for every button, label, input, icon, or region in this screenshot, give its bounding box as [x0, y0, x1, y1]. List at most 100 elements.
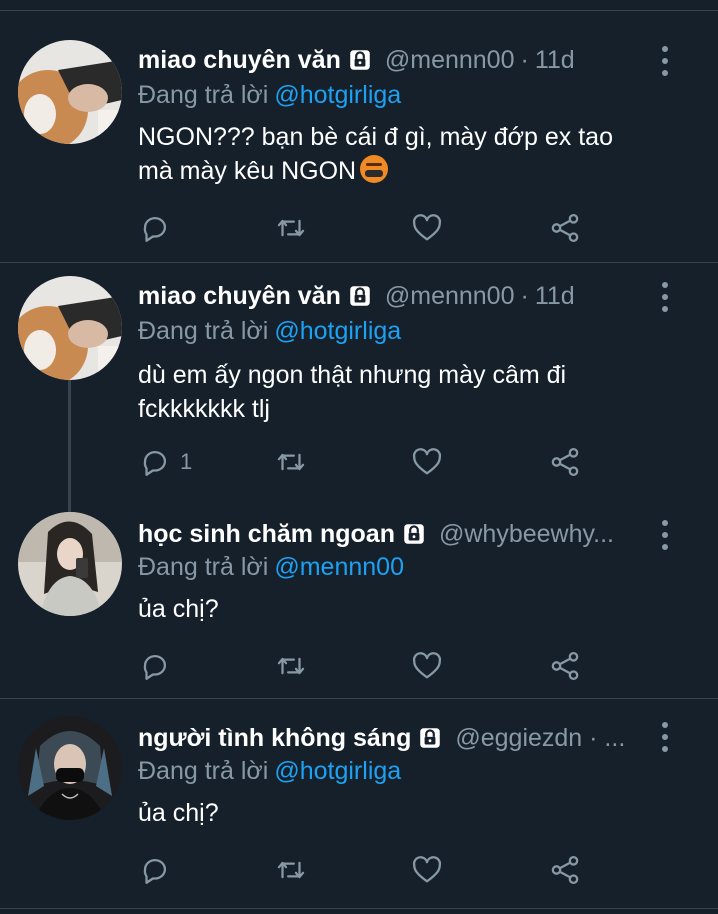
- mention-link[interactable]: @hotgirliga: [274, 757, 401, 785]
- tweet-header: miao chuyên văn @mennn00 · 11d: [138, 42, 648, 78]
- replying-to: Đang trả lời @hotgirliga: [138, 754, 401, 788]
- display-name[interactable]: miao chuyên văn: [138, 46, 341, 75]
- retweet-icon: [277, 657, 305, 675]
- tweet-actions: [138, 210, 588, 246]
- reply-icon: [143, 450, 167, 476]
- more-vertical-icon[interactable]: [660, 722, 670, 752]
- replying-to-label: Đang trả lời: [138, 553, 269, 581]
- share-button[interactable]: [548, 648, 582, 684]
- retweet-icon: [277, 219, 305, 237]
- mention-link[interactable]: @hotgirliga: [274, 317, 401, 345]
- timestamp[interactable]: 11d: [535, 282, 575, 311]
- mention-link[interactable]: @mennn00: [274, 553, 404, 581]
- avatar[interactable]: [18, 716, 122, 820]
- display-name[interactable]: miao chuyên văn: [138, 282, 341, 311]
- handle[interactable]: @whybeewhy...: [439, 520, 614, 549]
- tweet-actions: [138, 648, 588, 684]
- display-name[interactable]: người tình không sáng: [138, 724, 411, 753]
- separator-dot: ·: [520, 45, 529, 74]
- tweet-text: NGON??? bạn bè cái đ gì, mày đớp ex tao …: [138, 120, 678, 188]
- tweet-header: người tình không sáng @eggiezdn · ...: [138, 720, 648, 756]
- tweet-actions: [138, 852, 588, 888]
- timestamp[interactable]: 11d: [535, 46, 575, 75]
- like-button[interactable]: [410, 852, 444, 888]
- heart-icon: [412, 448, 442, 475]
- tweet-header: học sinh chăm ngoan @whybeewhy...: [138, 516, 648, 552]
- avatar-image: [18, 276, 122, 380]
- tweet-text-line: dù em ấy ngon thật nhưng mày câm đi: [138, 361, 567, 389]
- face-with-symbols-on-mouth-emoji: [360, 155, 389, 183]
- tweet-text-line: mà mày kêu NGON: [138, 154, 678, 188]
- tweet-text: ủa chị?: [138, 796, 678, 830]
- thread-line: [68, 380, 71, 496]
- retweet-button[interactable]: [274, 852, 308, 888]
- replying-to: Đang trả lời @hotgirliga: [138, 78, 401, 112]
- like-button[interactable]: [410, 210, 444, 246]
- mention-link[interactable]: @hotgirliga: [274, 81, 401, 109]
- avatar[interactable]: [18, 276, 122, 380]
- tweet-text-line: fckkkkkkk tlj: [138, 395, 270, 423]
- tweet-text-line: ủa chị?: [138, 799, 219, 827]
- reply-count: 1: [180, 449, 193, 474]
- tweet-3[interactable]: học sinh chăm ngoan @whybeewhy... Đang t…: [0, 496, 718, 698]
- share-button[interactable]: [548, 444, 582, 480]
- retweet-icon: [277, 861, 305, 879]
- replying-to-label: Đang trả lời: [138, 317, 269, 345]
- bottom-divider: [0, 908, 718, 909]
- replying-to: Đang trả lời @mennn00: [138, 550, 404, 584]
- tweet-text: ủa chị?: [138, 592, 678, 626]
- retweet-icon: [277, 453, 305, 471]
- like-button[interactable]: [410, 444, 444, 480]
- tweet-2[interactable]: miao chuyên văn @mennn00 · 11d Đang trả …: [0, 262, 718, 496]
- reply-button[interactable]: [138, 210, 180, 246]
- retweet-button[interactable]: [274, 444, 308, 480]
- lock-icon: [350, 50, 370, 70]
- separator-dot: ·: [520, 281, 529, 310]
- more-vertical-icon[interactable]: [660, 282, 670, 312]
- more-vertical-icon[interactable]: [660, 520, 670, 550]
- avatar-image: [18, 40, 122, 144]
- share-button[interactable]: [548, 210, 582, 246]
- tweet-text-line: NGON??? bạn bè cái đ gì, mày đớp ex tao: [138, 123, 613, 151]
- handle[interactable]: @eggiezdn · ...: [455, 724, 625, 753]
- share-icon: [551, 855, 579, 885]
- tweet-1[interactable]: miao chuyên văn @mennn00 · 11d Đang trả …: [0, 0, 718, 262]
- handle[interactable]: @mennn00: [385, 46, 515, 75]
- reply-button[interactable]: [138, 852, 180, 888]
- handle[interactable]: @mennn00: [385, 282, 515, 311]
- share-button[interactable]: [548, 852, 582, 888]
- tweet-actions: 1: [138, 444, 588, 480]
- like-button[interactable]: [410, 648, 444, 684]
- replying-to-label: Đang trả lời: [138, 81, 269, 109]
- avatar-image: [18, 512, 122, 616]
- replying-to-label: Đang trả lời: [138, 757, 269, 785]
- lock-icon: [350, 286, 370, 306]
- reply-icon: [143, 858, 167, 884]
- share-icon: [551, 213, 579, 243]
- retweet-button[interactable]: [274, 210, 308, 246]
- heart-icon: [412, 652, 442, 679]
- tweet-text-line: ủa chị?: [138, 595, 219, 623]
- tweet-4[interactable]: người tình không sáng @eggiezdn · ... Đa…: [0, 698, 718, 914]
- retweet-button[interactable]: [274, 648, 308, 684]
- reply-icon: [143, 216, 167, 242]
- display-name[interactable]: học sinh chăm ngoan: [138, 520, 395, 549]
- thread-line: [68, 496, 71, 512]
- tweet-text: dù em ấy ngon thật nhưng mày câm đi fckk…: [138, 358, 678, 426]
- tweet-text-line-content: mà mày kêu NGON: [138, 157, 357, 185]
- share-icon: [551, 447, 579, 477]
- lock-icon: [404, 524, 424, 544]
- replying-to: Đang trả lời @hotgirliga: [138, 314, 401, 348]
- heart-icon: [412, 214, 442, 241]
- avatar[interactable]: [18, 512, 122, 616]
- more-vertical-icon[interactable]: [660, 46, 670, 76]
- avatar[interactable]: [18, 40, 122, 144]
- reply-icon: [143, 654, 167, 680]
- heart-icon: [412, 856, 442, 883]
- avatar-image: [18, 716, 122, 820]
- tweet-header: miao chuyên văn @mennn00 · 11d: [138, 278, 648, 314]
- reply-button[interactable]: 1: [138, 444, 192, 480]
- reply-button[interactable]: [138, 648, 180, 684]
- share-icon: [551, 651, 579, 681]
- lock-icon: [420, 728, 441, 748]
